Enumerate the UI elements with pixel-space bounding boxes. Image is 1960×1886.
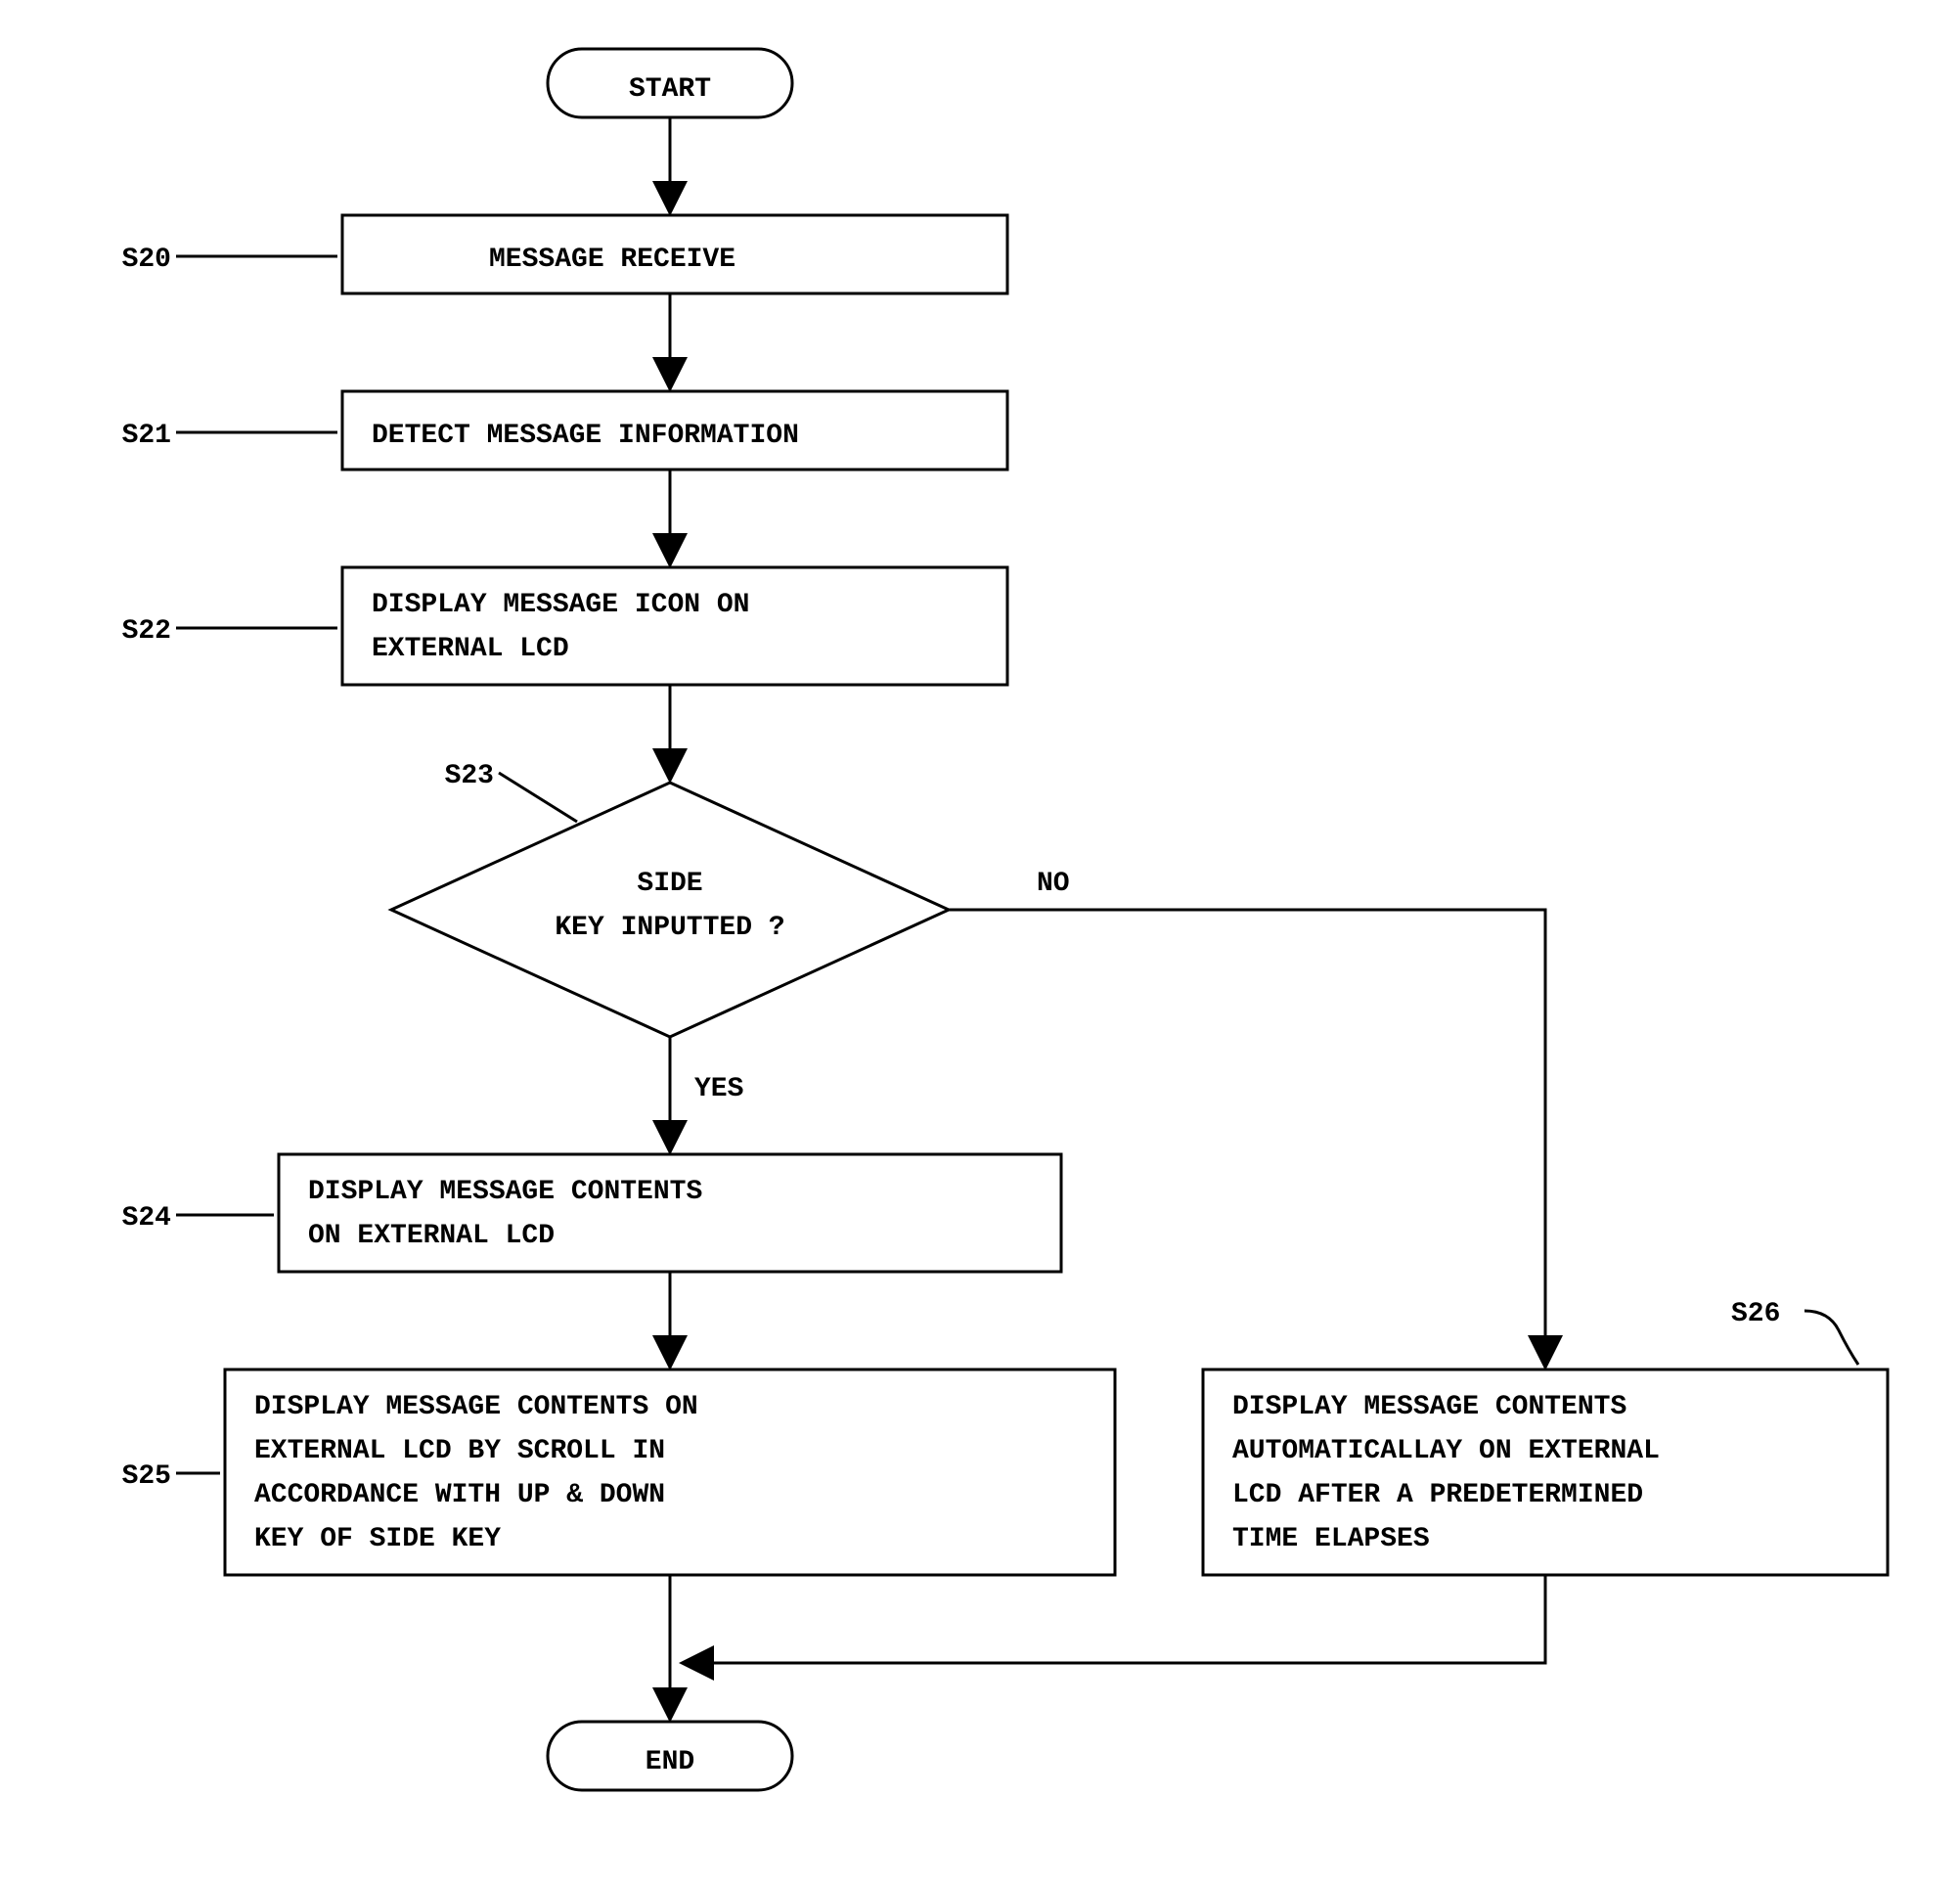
label-connector — [499, 773, 577, 822]
s26-label: S26 — [1731, 1299, 1780, 1329]
s23-text-line1: SIDE — [637, 869, 702, 899]
s25-label: S25 — [122, 1461, 171, 1492]
s25-text-line4: KEY OF SIDE KEY — [254, 1524, 501, 1554]
s21-text: DETECT MESSAGE INFORMATION — [372, 421, 799, 451]
decision-s23: SIDE KEY INPUTTED ? — [391, 783, 949, 1037]
s24-text-line2: ON EXTERNAL LCD — [308, 1221, 555, 1251]
flowchart: START MESSAGE RECEIVE S20 DETECT MESSAGE… — [0, 0, 1960, 1886]
step-s25: DISPLAY MESSAGE CONTENTS ON EXTERNAL LCD… — [225, 1370, 1115, 1575]
s25-text-line3: ACCORDANCE WITH UP & DOWN — [254, 1480, 665, 1510]
no-label: NO — [1037, 869, 1070, 899]
s24-label: S24 — [122, 1203, 171, 1234]
s24-text-line1: DISPLAY MESSAGE CONTENTS — [308, 1177, 702, 1207]
step-s21: DETECT MESSAGE INFORMATION — [342, 391, 1007, 470]
s20-text: MESSAGE RECEIVE — [489, 245, 735, 275]
terminal-end: END — [548, 1722, 792, 1790]
step-s24: DISPLAY MESSAGE CONTENTS ON EXTERNAL LCD — [279, 1154, 1061, 1272]
s26-text-line1: DISPLAY MESSAGE CONTENTS — [1232, 1392, 1626, 1422]
s26-text-line4: TIME ELAPSES — [1232, 1524, 1430, 1554]
step-s22: DISPLAY MESSAGE ICON ON EXTERNAL LCD — [342, 567, 1007, 685]
s22-text-line1: DISPLAY MESSAGE ICON ON — [372, 590, 749, 620]
s22-text-line2: EXTERNAL LCD — [372, 634, 569, 664]
s23-label: S23 — [445, 761, 494, 791]
connector-no — [949, 910, 1545, 1365]
connector-merge — [685, 1575, 1545, 1663]
yes-label: YES — [694, 1074, 743, 1104]
s21-label: S21 — [122, 421, 171, 451]
s22-label: S22 — [122, 616, 171, 647]
s25-text-line2: EXTERNAL LCD BY SCROLL IN — [254, 1436, 665, 1466]
step-s20: MESSAGE RECEIVE — [342, 215, 1007, 293]
s23-text-line2: KEY INPUTTED ? — [555, 913, 784, 943]
s26-text-line2: AUTOMATICALLAY ON EXTERNAL — [1232, 1436, 1660, 1466]
step-s26: DISPLAY MESSAGE CONTENTS AUTOMATICALLAY … — [1203, 1370, 1888, 1575]
label-connector — [1804, 1311, 1858, 1365]
terminal-start: START — [548, 49, 792, 117]
end-label: END — [646, 1747, 694, 1777]
s20-label: S20 — [122, 245, 171, 275]
start-label: START — [629, 74, 711, 105]
s26-text-line3: LCD AFTER A PREDETERMINED — [1232, 1480, 1643, 1510]
s25-text-line1: DISPLAY MESSAGE CONTENTS ON — [254, 1392, 698, 1422]
